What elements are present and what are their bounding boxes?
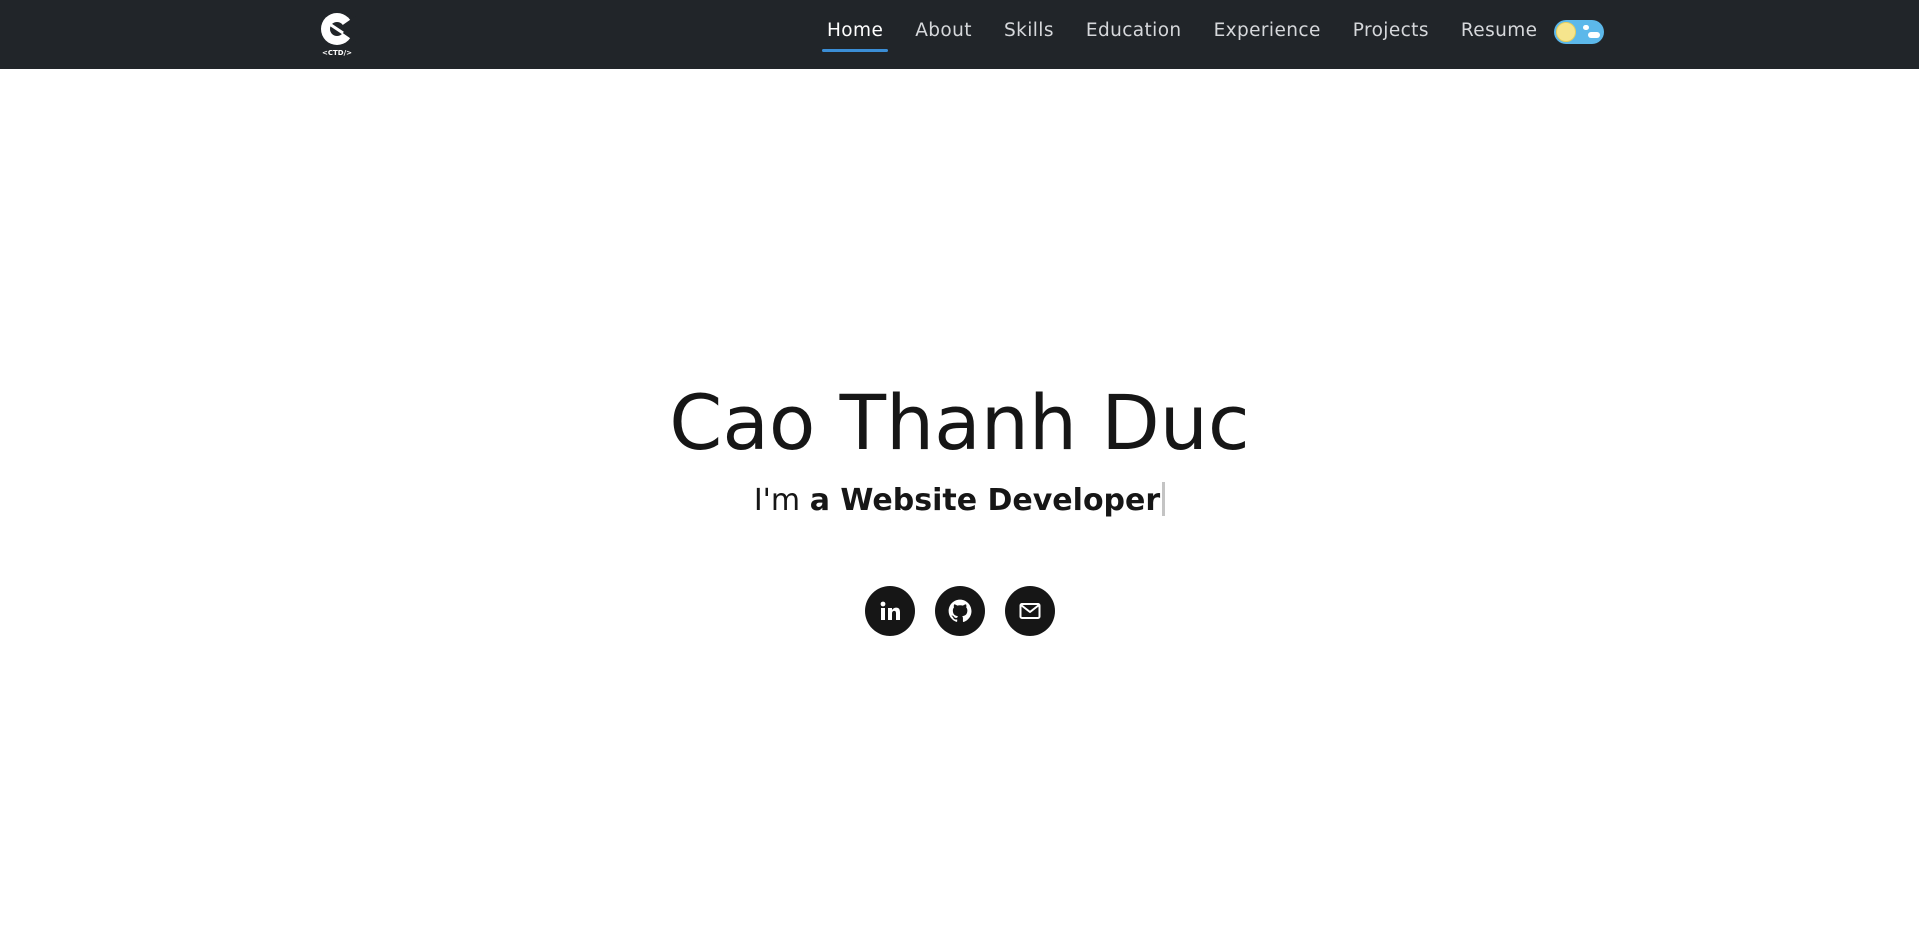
subtitle-prefix: I'm [753,483,810,518]
typing-cursor [1162,482,1166,516]
nav-education[interactable]: Education [1081,18,1187,44]
cloud-icon [1583,24,1590,30]
hero-name: Cao Thanh Duc [669,378,1250,467]
nav-resume[interactable]: Resume [1456,18,1543,44]
subtitle-article: a [809,483,841,518]
site-logo[interactable]: <CTD/> [317,11,357,57]
github-icon [948,599,971,622]
subtitle-role: Website Developer [840,483,1161,518]
logo-text: <CTD/> [322,49,352,57]
nav-experience[interactable]: Experience [1209,18,1326,44]
linkedin-button[interactable] [864,586,915,636]
mail-icon [1019,603,1040,619]
theme-toggle[interactable] [1554,19,1605,44]
linkedin-icon [880,601,900,620]
hero-subtitle: I'm a Website Developer [0,478,1919,524]
main-nav: Home About Skills Education Experience P… [822,0,1605,69]
email-button[interactable] [1004,586,1055,636]
cloud-icon [1588,31,1601,38]
nav-home[interactable]: Home [822,18,889,52]
github-button[interactable] [934,586,985,636]
social-links [0,586,1919,636]
logo-icon: <CTD/> [321,13,357,57]
navbar: <CTD/> Home About Skills Education Exper… [0,0,1919,69]
nav-skills[interactable]: Skills [999,18,1059,44]
sun-icon [1556,21,1577,42]
nav-projects[interactable]: Projects [1348,18,1434,44]
nav-about[interactable]: About [910,18,977,44]
